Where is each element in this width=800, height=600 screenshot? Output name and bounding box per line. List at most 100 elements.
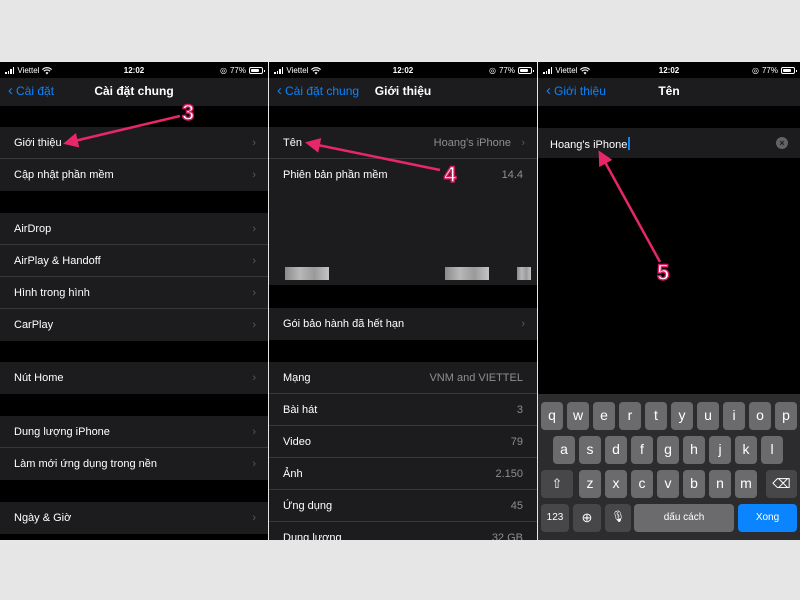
back-button[interactable]: ‹ Cài đặt <box>8 82 54 99</box>
battery-info: ◎ 77% <box>489 66 534 75</box>
back-button[interactable]: ‹ Giới thiệu <box>546 83 606 98</box>
key-c[interactable]: c <box>631 470 653 498</box>
rotation-lock-icon: ◎ <box>752 66 759 75</box>
key-k[interactable]: k <box>735 436 757 464</box>
settings-item-date-time[interactable]: Ngày & Giờ › <box>0 502 268 534</box>
numbers-key[interactable]: 123 <box>541 504 569 532</box>
battery-percent: 77% <box>498 66 515 75</box>
device-name-value: Hoang's iPhone <box>433 137 511 149</box>
settings-item-iphone-storage[interactable]: Dung lượng iPhone › <box>0 416 268 448</box>
globe-key[interactable]: ⊕ <box>573 504 601 532</box>
warranty-row[interactable]: Gói bảo hành đã hết hạn › <box>269 308 537 340</box>
stat-row-songs: Bài hát 3 <box>269 394 537 426</box>
redacted-info <box>285 267 329 280</box>
stat-row-network: Mạng VNM and VIETTEL <box>269 362 537 394</box>
about-name-row[interactable]: Tên Hoang's iPhone › <box>269 127 537 159</box>
settings-group-about: Giới thiệu › Cập nhật phần mềm › <box>0 127 268 191</box>
navigation-bar: ‹ Cài đặt Cài đặt chung <box>0 78 268 106</box>
stat-row-apps: Ứng dụng 45 <box>269 490 537 522</box>
settings-item-software-update[interactable]: Cập nhật phần mềm › <box>0 159 268 191</box>
key-x[interactable]: x <box>605 470 627 498</box>
key-q[interactable]: q <box>541 402 563 430</box>
key-u[interactable]: u <box>697 402 719 430</box>
battery-info: ◎ 77% <box>220 66 265 75</box>
settings-group-home: Nút Home › <box>0 362 268 394</box>
settings-general-screen: Viettel 12:02 ◎ 77% ‹ Cài đặt Cài đặt chu… <box>0 62 268 540</box>
stat-row-videos: Video 79 <box>269 426 537 458</box>
chevron-right-icon: › <box>252 223 256 235</box>
globe-icon: ⊕ <box>581 510 593 525</box>
key-b[interactable]: b <box>683 470 705 498</box>
status-bar: Viettel 12:02 ◎ 77% <box>269 62 537 78</box>
settings-item-picture-in-picture[interactable]: Hình trong hình › <box>0 277 268 309</box>
navigation-bar: ‹ Giới thiệu Tên <box>538 78 800 106</box>
battery-percent: 77% <box>229 66 246 75</box>
status-bar: Viettel 12:02 ◎ 77% <box>538 62 800 78</box>
step-number-3: 3 <box>181 99 195 125</box>
settings-item-airdrop[interactable]: AirDrop › <box>0 213 268 245</box>
delete-key[interactable]: ⌫ <box>766 470 797 498</box>
key-r[interactable]: r <box>619 402 641 430</box>
chevron-right-icon: › <box>252 458 256 470</box>
key-i[interactable]: i <box>723 402 745 430</box>
key-y[interactable]: y <box>671 402 693 430</box>
about-screen: Viettel 12:02 ◎ 77% ‹ Cài đặt chung Giới … <box>269 62 537 540</box>
dictation-key[interactable]: 🎙 <box>605 504 631 532</box>
warranty-group: Gói bảo hành đã hết hạn › <box>269 308 537 340</box>
done-key[interactable]: Xong <box>738 504 797 532</box>
about-software-version-row: Phiên bản phần mềm 14.4 <box>283 169 523 181</box>
key-m[interactable]: m <box>735 470 757 498</box>
key-v[interactable]: v <box>657 470 679 498</box>
chevron-right-icon: › <box>521 137 525 149</box>
chevron-right-icon: › <box>252 287 256 299</box>
key-t[interactable]: t <box>645 402 667 430</box>
battery-icon <box>518 67 534 74</box>
device-name-field[interactable]: Hoang's iPhone × <box>538 128 800 158</box>
chevron-left-icon: ‹ <box>8 82 13 99</box>
settings-item-background-refresh[interactable]: Làm mới ứng dụng trong nền › <box>0 448 268 480</box>
close-icon: × <box>779 138 785 148</box>
key-d[interactable]: d <box>605 436 627 464</box>
back-button[interactable]: ‹ Cài đặt chung <box>277 82 359 99</box>
microphone-icon: 🎙 <box>611 511 625 523</box>
chevron-right-icon: › <box>252 169 256 181</box>
settings-item-airplay-handoff[interactable]: AirPlay & Handoff › <box>0 245 268 277</box>
shift-key[interactable]: ⇧ <box>541 470 573 498</box>
space-key[interactable]: dấu cách <box>634 504 734 532</box>
backspace-icon: ⌫ <box>772 476 791 491</box>
key-j[interactable]: j <box>709 436 731 464</box>
stat-row-capacity: Dung lượng 32 GB <box>283 532 523 540</box>
chevron-right-icon: › <box>252 426 256 438</box>
rotation-lock-icon: ◎ <box>220 66 227 75</box>
settings-item-about[interactable]: Giới thiệu › <box>0 127 268 159</box>
key-f[interactable]: f <box>631 436 653 464</box>
key-z[interactable]: z <box>579 470 601 498</box>
key-e[interactable]: e <box>593 402 615 430</box>
shift-icon: ⇧ <box>551 476 563 491</box>
key-p[interactable]: p <box>775 402 797 430</box>
battery-icon <box>781 67 797 74</box>
settings-item-carplay[interactable]: CarPlay › <box>0 309 268 341</box>
chevron-right-icon: › <box>252 137 256 149</box>
key-a[interactable]: a <box>553 436 575 464</box>
key-n[interactable]: n <box>709 470 731 498</box>
settings-group-sharing: AirDrop › AirPlay & Handoff › Hình trong h… <box>0 213 268 341</box>
rotation-lock-icon: ◎ <box>489 66 496 75</box>
chevron-left-icon: ‹ <box>277 82 282 99</box>
chevron-right-icon: › <box>252 319 256 331</box>
keyboard: q w e r t y u i o p a s d f g h j k l ⇧ … <box>538 394 800 540</box>
key-h[interactable]: h <box>683 436 705 464</box>
key-w[interactable]: w <box>567 402 589 430</box>
key-o[interactable]: o <box>749 402 771 430</box>
key-l[interactable]: l <box>761 436 783 464</box>
chevron-right-icon: › <box>252 255 256 267</box>
clear-text-button[interactable]: × <box>776 137 788 149</box>
settings-group-datetime: Ngày & Giờ › <box>0 502 268 534</box>
key-g[interactable]: g <box>657 436 679 464</box>
key-s[interactable]: s <box>579 436 601 464</box>
settings-item-home-button[interactable]: Nút Home › <box>0 362 268 394</box>
chevron-right-icon: › <box>521 318 525 330</box>
stat-row-photos: Ảnh 2.150 <box>269 458 537 490</box>
status-bar: Viettel 12:02 ◎ 77% <box>0 62 268 78</box>
chevron-right-icon: › <box>252 512 256 524</box>
